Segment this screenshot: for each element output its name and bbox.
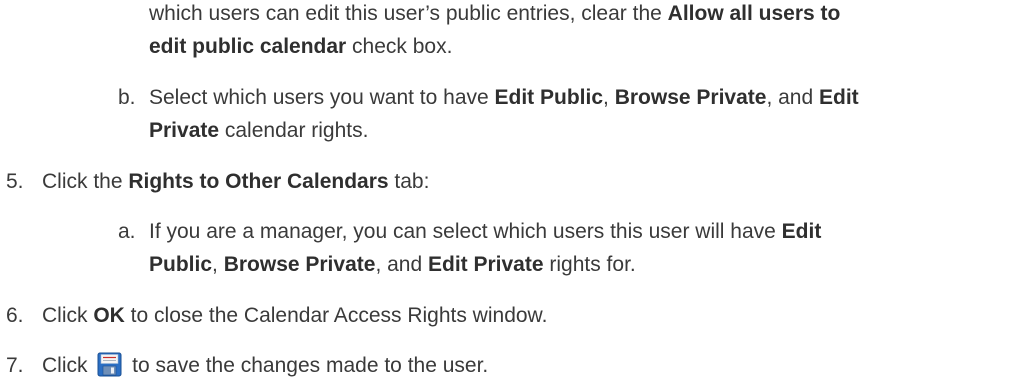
bold-text: edit public calendar <box>149 35 347 58</box>
bold-text: OK <box>93 304 125 327</box>
bold-text: Public <box>149 253 213 276</box>
step-number-6: 6. <box>6 304 24 327</box>
list-marker-a: a. <box>118 220 136 243</box>
bold-text: Edit Public <box>494 86 604 109</box>
instructions-page: which users can edit this user’s public … <box>0 0 1010 392</box>
text: Click <box>42 354 94 377</box>
continued-line-1: which users can edit this user’s public … <box>149 0 840 28</box>
bold-text: Allow all users to <box>667 2 841 25</box>
text: , <box>212 253 224 276</box>
text: Select which users you want to have <box>149 86 495 109</box>
bold-text: Edit <box>819 86 859 109</box>
list-item-a-line-2: Public, Browse Private, and Edit Private… <box>149 251 636 279</box>
bold-text: Browse Private <box>614 86 767 109</box>
step-7-text: Click to save the changes made to the us… <box>42 352 488 380</box>
bold-text: Private <box>149 119 220 142</box>
text: to close the Calendar Access Rights wind… <box>124 304 548 327</box>
step-6-text: Click OK to close the Calendar Access Ri… <box>42 302 547 330</box>
text: check box. <box>346 35 453 58</box>
text: calendar rights. <box>219 119 369 142</box>
bold-text: Browse Private <box>223 253 376 276</box>
bold-text: Edit <box>781 220 822 243</box>
step-number-5: 5. <box>6 170 24 193</box>
save-icon <box>97 352 122 377</box>
text: , and <box>766 86 819 109</box>
text: , and <box>375 253 428 276</box>
text: to save the changes made to the user. <box>126 354 489 377</box>
text: If you are a manager, you can select whi… <box>149 220 782 243</box>
list-item-b-line-1: Select which users you want to have Edit… <box>149 84 859 112</box>
text: which users can edit this user’s public … <box>149 2 668 25</box>
list-item-b-line-2: Private calendar rights. <box>149 117 368 145</box>
step-5-text: Click the Rights to Other Calendars tab: <box>42 168 429 196</box>
text: rights for. <box>543 253 636 276</box>
bold-text: Edit Private <box>427 253 544 276</box>
text: Click the <box>42 170 129 193</box>
text: tab: <box>388 170 430 193</box>
continued-line-2: edit public calendar check box. <box>149 33 452 61</box>
list-marker-b: b. <box>118 86 136 109</box>
text: Click <box>42 304 94 327</box>
list-item-a-line-1: If you are a manager, you can select whi… <box>149 218 821 246</box>
bold-text: Rights to Other Calendars <box>128 170 389 193</box>
text: , <box>603 86 615 109</box>
step-number-7: 7. <box>6 354 24 377</box>
